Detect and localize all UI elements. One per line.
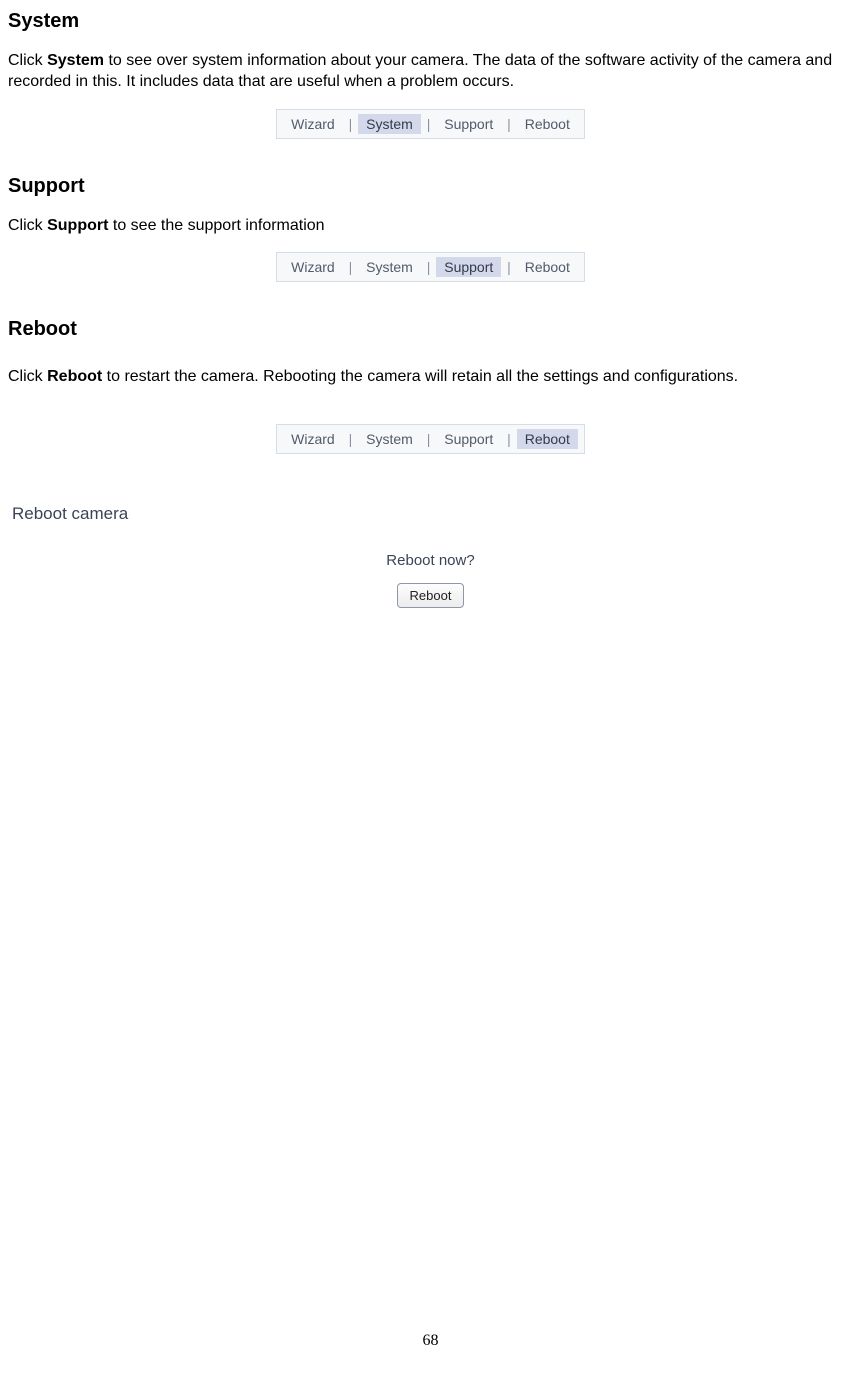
text: to see over system information about you… [8,52,832,90]
paragraph-support: Click Support to see the support informa… [8,216,853,237]
reboot-question: Reboot now? [8,552,853,569]
heading-support: Support [8,175,853,198]
text: Click [8,368,47,385]
nav-tab-support[interactable]: Support [436,114,501,134]
paragraph-reboot: Click Reboot to restart the camera. Rebo… [8,367,853,388]
bold-keyword-system: System [47,52,104,69]
reboot-panel: Reboot camera Reboot now? Reboot [8,504,853,608]
nav-tab-wizard[interactable]: Wizard [283,257,343,277]
text: to see the support information [108,217,324,234]
separator: | [347,116,355,132]
nav-tab-support[interactable]: Support [436,257,501,277]
separator: | [347,259,355,275]
nav-screenshot-system: Wizard | System | Support | Reboot [276,109,585,139]
separator: | [347,431,355,447]
nav-tab-wizard[interactable]: Wizard [283,114,343,134]
nav-tab-reboot[interactable]: Reboot [517,257,578,277]
separator: | [505,259,513,275]
reboot-button[interactable]: Reboot [397,583,465,608]
nav-screenshot-reboot: Wizard | System | Support | Reboot [276,424,585,454]
text: to restart the camera. Rebooting the cam… [102,368,738,385]
nav-screenshot-support: Wizard | System | Support | Reboot [276,252,585,282]
page-number: 68 [0,1332,861,1350]
separator: | [425,116,433,132]
nav-tab-reboot[interactable]: Reboot [517,114,578,134]
bold-keyword-reboot: Reboot [47,368,102,385]
text: Click [8,52,47,69]
nav-tab-system[interactable]: System [358,429,421,449]
heading-system: System [8,10,853,33]
separator: | [505,116,513,132]
nav-tab-support[interactable]: Support [436,429,501,449]
nav-tab-system[interactable]: System [358,257,421,277]
heading-reboot: Reboot [8,318,853,341]
separator: | [425,259,433,275]
bold-keyword-support: Support [47,217,108,234]
nav-tab-system[interactable]: System [358,114,421,134]
separator: | [425,431,433,447]
nav-tab-reboot[interactable]: Reboot [517,429,578,449]
separator: | [505,431,513,447]
text: Click [8,217,47,234]
reboot-panel-title: Reboot camera [12,504,853,524]
nav-tab-wizard[interactable]: Wizard [283,429,343,449]
paragraph-system: Click System to see over system informat… [8,51,853,93]
